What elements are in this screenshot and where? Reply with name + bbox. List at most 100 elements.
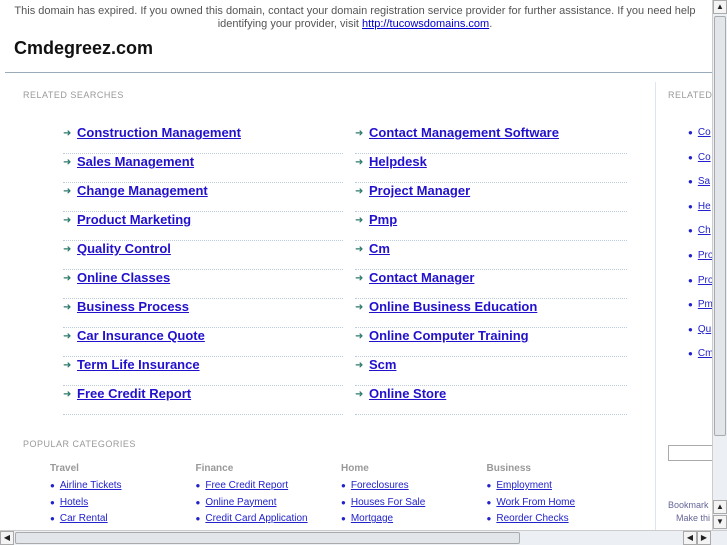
category-link[interactable]: Mortgage [351,513,393,524]
horizontal-scrollbar[interactable]: ◀ ◀ ▶ [0,530,727,545]
bullet-icon: ● [341,497,346,507]
related-search-link[interactable]: Car Insurance Quote [77,328,205,343]
category-link[interactable]: Hotels [60,497,88,508]
arrow-icon: ➜ [355,215,364,226]
scroll-up-button[interactable]: ▲ [713,0,727,14]
side-related-item: ● Co [688,127,712,138]
arrow-icon: ➜ [63,331,72,342]
category-title: Business [486,463,531,474]
side-related-link[interactable]: Qu [698,324,711,335]
related-search-item: ➜ Term Life Insurance [63,357,343,386]
related-search-item: ➜ Quality Control [63,241,343,270]
tucows-link[interactable]: http://tucowsdomains.com [362,18,489,30]
scroll-left-small-button[interactable]: ◀ [683,531,697,545]
related-search-item: ➜ Online Classes [63,270,343,299]
related-search-link[interactable]: Contact Management Software [369,125,559,140]
bullet-icon: ● [688,226,693,236]
related-search-link[interactable]: Term Life Insurance [77,357,200,372]
related-search-link[interactable]: Online Business Education [369,299,537,314]
bullet-icon: ● [486,514,492,523]
related-search-link[interactable]: Free Credit Report [77,386,191,401]
related-search-link[interactable]: Project Manager [369,183,470,198]
vertical-scroll-thumb[interactable] [714,16,726,436]
related-search-link[interactable]: Product Marketing [77,212,191,227]
side-related-link[interactable]: Co [698,152,711,163]
arrow-icon: ➜ [355,302,364,313]
horizontal-scroll-thumb[interactable] [15,532,520,544]
related-search-link[interactable]: Online Store [369,386,446,401]
side-related-link[interactable]: Co [698,127,711,138]
side-related-link[interactable]: Sa [698,176,710,187]
bullet-icon: ● [688,128,693,137]
category-business: Business ● Employment ● Work From Home ● Reord… [487,463,627,530]
category-link[interactable]: Car Rental [60,513,108,524]
category-link[interactable]: Foreclosures [351,480,409,491]
related-search-link[interactable]: Online Computer Training [369,328,529,343]
side-related-item: ● Ch [688,225,712,236]
arrow-icon: ➜ [63,215,72,226]
category-link[interactable]: Free Credit Report [205,480,288,491]
side-search-input[interactable] [668,445,712,461]
scroll-left-button[interactable]: ◀ [0,531,14,545]
scroll-right-button[interactable]: ▶ [697,531,711,545]
related-search-link[interactable]: Construction Management [77,125,241,140]
related-search-item: ➜ Contact Manager [355,270,627,299]
category-link[interactable]: Airline Tickets [60,480,122,491]
related-search-item: ➜ Construction Management [63,125,343,154]
arrow-icon: ➜ [355,157,364,168]
related-search-link[interactable]: Helpdesk [369,154,427,169]
category-item: ● Car Rental [50,513,190,530]
category-link[interactable]: Work From Home [496,497,575,508]
arrow-icon: ➜ [63,157,72,168]
side-related-item: ● Cm [688,348,712,359]
arrow-icon: ➜ [63,302,72,313]
related-search-item: ➜ Scm [355,357,627,386]
side-related-item: ● Pro [688,275,712,286]
arrow-icon: ➜ [63,244,72,255]
arrow-icon: ➜ [355,331,364,342]
category-link[interactable]: Reorder Checks [496,513,568,524]
category-item: ● Mortgage [341,513,481,530]
scroll-up-small-button[interactable]: ▲ [713,500,727,514]
bullet-icon: ● [688,152,693,162]
related-search-link[interactable]: Online Classes [77,270,170,285]
side-related-link[interactable]: Ch [698,225,711,236]
category-link[interactable]: Online Payment [205,497,276,508]
bullet-icon: ● [688,324,693,334]
popular-categories-heading: POPULAR CATEGORIES [23,439,136,449]
column-divider [655,82,656,530]
side-related-item: ● Sa [688,176,712,187]
side-related-link[interactable]: Pm [698,299,712,310]
arrow-icon: ➜ [63,273,72,284]
category-item: ● Foreclosures [341,480,481,497]
related-search-link[interactable]: Pmp [369,212,397,227]
scroll-down-button[interactable]: ▼ [713,515,727,529]
vertical-scrollbar[interactable]: ▲ ▲ ▼ [712,0,727,530]
side-related-item: ● Qu [688,324,712,335]
side-related-link[interactable]: He [698,201,711,212]
related-search-link[interactable]: Quality Control [77,241,171,256]
related-search-item: ➜ Project Manager [355,183,627,212]
related-search-link[interactable]: Contact Manager [369,270,474,285]
related-search-link[interactable]: Change Management [77,183,208,198]
related-search-link[interactable]: Scm [369,357,396,372]
side-related-link[interactable]: Cm [698,348,712,359]
related-search-item: ➜ Online Business Education [355,299,627,328]
category-item: ● Free Credit Report [196,480,336,497]
expired-notice: This domain has expired. If you owned th… [14,5,696,30]
category-link[interactable]: Employment [496,480,552,491]
category-link[interactable]: Houses For Sale [351,497,425,508]
related-search-item: ➜ Pmp [355,212,627,241]
category-item: ● Reorder Checks [487,513,627,530]
category-finance: Finance ● Free Credit Report ● Online Paymen… [196,463,336,530]
bullet-icon: ● [688,300,693,310]
bookmark-link[interactable]: Bookmark [668,500,712,510]
related-search-link[interactable]: Sales Management [77,154,194,169]
related-search-link[interactable]: Business Process [77,299,189,314]
category-link[interactable]: Credit Card Application [205,513,307,524]
arrow-icon: ➜ [63,128,72,139]
bullet-icon: ● [50,514,55,523]
side-related-link[interactable]: Pro [698,275,712,286]
related-search-link[interactable]: Cm [369,241,390,256]
side-related-link[interactable]: Pro [698,250,712,261]
